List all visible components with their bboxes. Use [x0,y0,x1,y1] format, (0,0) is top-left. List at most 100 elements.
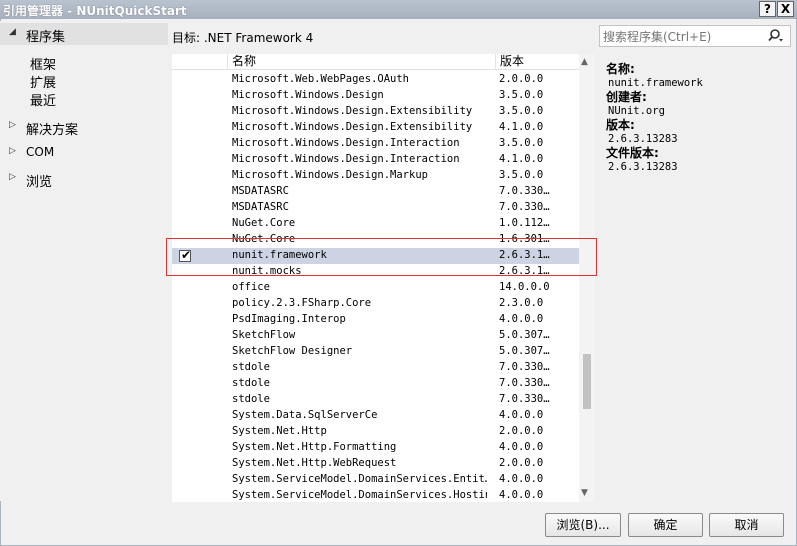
row-version: 2.0.0.0 [499,73,544,85]
detail-file-version-label: 文件版本: [606,146,659,160]
row-version: 1.6.301… [499,233,550,245]
table-row[interactable]: MSDATASRC 7.0.330… [172,200,579,216]
table-row[interactable]: Microsoft.Windows.Design 3.5.0.0 [172,88,579,104]
table-row[interactable]: stdole 7.0.330… [172,360,579,376]
row-version: 2.6.3.1… [499,265,550,277]
title-bar: 引用管理器 - NUnitQuickStart ? X [0,0,797,19]
table-row[interactable]: NuGet.Core 1.0.112… [172,216,579,232]
vertical-scrollbar[interactable]: ▲ ▼ [579,54,595,502]
row-version: 2.3.0.0 [499,297,544,309]
row-name: stdole [232,361,270,373]
row-name: Microsoft.Windows.Design.Interaction [232,153,460,165]
row-version: 5.0.307… [499,329,550,341]
nav-assemblies[interactable]: ◢ 程序集 [0,23,168,45]
left-nav: ◢ 程序集 框架 扩展 最近 ▷ 解决方案 ▷ COM ▷ 浏览 [0,21,168,501]
table-row[interactable]: Microsoft.Web.WebPages.OAuth 2.0.0.0 [172,72,579,88]
table-row[interactable]: ✔ nunit.framework 2.6.3.1… [172,248,579,264]
assembly-list[interactable]: 名称 版本 Microsoft.Web.WebPages.OAuth 2.0.0.… [172,54,595,502]
table-row[interactable]: System.ServiceModel.DomainServices.Hosti… [172,488,579,502]
row-name: Microsoft.Windows.Design [232,89,384,101]
column-header-version[interactable]: 版本 [495,54,579,70]
table-row[interactable]: Microsoft.Windows.Design.Markup 3.5.0.0 [172,168,579,184]
detail-file-version-value: 2.6.3.13283 [608,161,678,173]
table-row[interactable]: Microsoft.Windows.Design.Extensibility 3.… [172,104,579,120]
row-name: nunit.framework [232,249,327,261]
search-box[interactable] [599,25,791,47]
collapsed-arrow-icon: ▷ [9,172,16,182]
nav-item-extensions[interactable]: 扩展 [30,72,56,91]
row-name: PsdImaging.Interop [232,313,346,325]
search-icon[interactable] [768,27,784,45]
search-input[interactable] [603,28,763,45]
table-row[interactable]: SketchFlow 5.0.307… [172,328,579,344]
row-name: policy.2.3.FSharp.Core [232,297,372,309]
scrollbar-thumb[interactable] [583,354,591,409]
row-name: NuGet.Core [232,217,296,229]
list-header: 名称 版本 [172,54,579,70]
table-row[interactable]: System.Net.Http.WebRequest 2.0.0.0 [172,456,579,472]
table-row[interactable]: policy.2.3.FSharp.Core 2.3.0.0 [172,296,579,312]
table-row[interactable]: NuGet.Core 1.6.301… [172,232,579,248]
scroll-down-icon[interactable]: ▼ [581,488,588,498]
row-version: 14.0.0.0 [499,281,550,293]
row-name: Microsoft.Windows.Design.Interaction [232,137,460,149]
row-version: 1.0.112… [499,217,550,229]
browse-button[interactable]: 浏览(B)... [545,513,621,537]
row-version: 3.5.0.0 [499,169,544,181]
row-version: 4.0.0.0 [499,409,544,421]
row-name: MSDATASRC [232,185,289,197]
row-version: 4.0.0.0 [499,313,544,325]
row-version: 7.0.330… [499,361,550,373]
table-row[interactable]: PsdImaging.Interop 4.0.0.0 [172,312,579,328]
table-row[interactable]: Microsoft.Windows.Design.Interaction 3.5.… [172,136,579,152]
row-name: System.ServiceModel.DomainServices.Entit… [232,473,487,485]
row-name: Microsoft.Windows.Design.Extensibility [232,105,473,117]
nav-solution[interactable]: ▷ 解决方案 [0,116,168,138]
table-row[interactable]: nunit.mocks 2.6.3.1… [172,264,579,280]
ok-button[interactable]: 确定 [628,513,703,537]
table-row[interactable]: office 14.0.0.0 [172,280,579,296]
table-row[interactable]: System.Net.Http.Formatting 4.0.0.0 [172,440,579,456]
close-button[interactable]: X [777,1,794,17]
row-name: System.ServiceModel.DomainServices.Hosti… [232,489,487,501]
table-row[interactable]: System.Net.Http 2.0.0.0 [172,424,579,440]
row-name: SketchFlow [232,329,296,341]
detail-name-value: nunit.framework [608,77,703,89]
row-name: MSDATASRC [232,201,289,213]
row-version: 5.0.307… [499,345,550,357]
table-row[interactable]: SketchFlow Designer 5.0.307… [172,344,579,360]
table-row[interactable]: MSDATASRC 7.0.330… [172,184,579,200]
nav-assemblies-label: 程序集 [26,30,66,45]
row-version: 4.0.0.0 [499,489,544,501]
row-checkbox[interactable]: ✔ [179,248,192,262]
row-version: 2.0.0.0 [499,457,544,469]
nav-item-recent[interactable]: 最近 [30,90,56,109]
nav-browse[interactable]: ▷ 浏览 [0,168,168,190]
row-version: 3.5.0.0 [499,105,544,117]
cancel-button[interactable]: 取消 [709,513,784,537]
row-name: System.Net.Http.Formatting [232,441,397,453]
nav-item-framework[interactable]: 框架 [30,54,56,73]
table-row[interactable]: stdole 7.0.330… [172,392,579,408]
table-row[interactable]: System.ServiceModel.DomainServices.Entit… [172,472,579,488]
row-version: 4.0.0.0 [499,441,544,453]
table-row[interactable]: System.Data.SqlServerCe 4.0.0.0 [172,408,579,424]
check-mark-icon: ✔ [181,248,192,262]
row-name: Microsoft.Web.WebPages.OAuth [232,73,410,85]
row-version: 4.1.0.0 [499,153,544,165]
row-version: 7.0.330… [499,201,550,213]
collapsed-arrow-icon: ▷ [9,146,16,156]
table-row[interactable]: Microsoft.Windows.Design.Extensibility 4.… [172,120,579,136]
column-header-name[interactable]: 名称 [227,54,497,70]
row-name: Microsoft.Windows.Design.Markup [232,169,428,181]
window-title: 引用管理器 - NUnitQuickStart [3,4,187,18]
help-button[interactable]: ? [759,1,776,17]
nav-com[interactable]: ▷ COM [0,142,168,164]
table-row[interactable]: stdole 7.0.330… [172,376,579,392]
detail-creator-label: 创建者: [606,90,647,104]
scroll-up-icon[interactable]: ▲ [581,57,588,67]
details-pane: 名称: nunit.framework 创建者: NUnit.org 版本: 2… [606,62,792,174]
table-row[interactable]: Microsoft.Windows.Design.Interaction 4.1.… [172,152,579,168]
detail-name-label: 名称: [606,62,635,76]
row-name: System.Data.SqlServerCe [232,409,378,421]
